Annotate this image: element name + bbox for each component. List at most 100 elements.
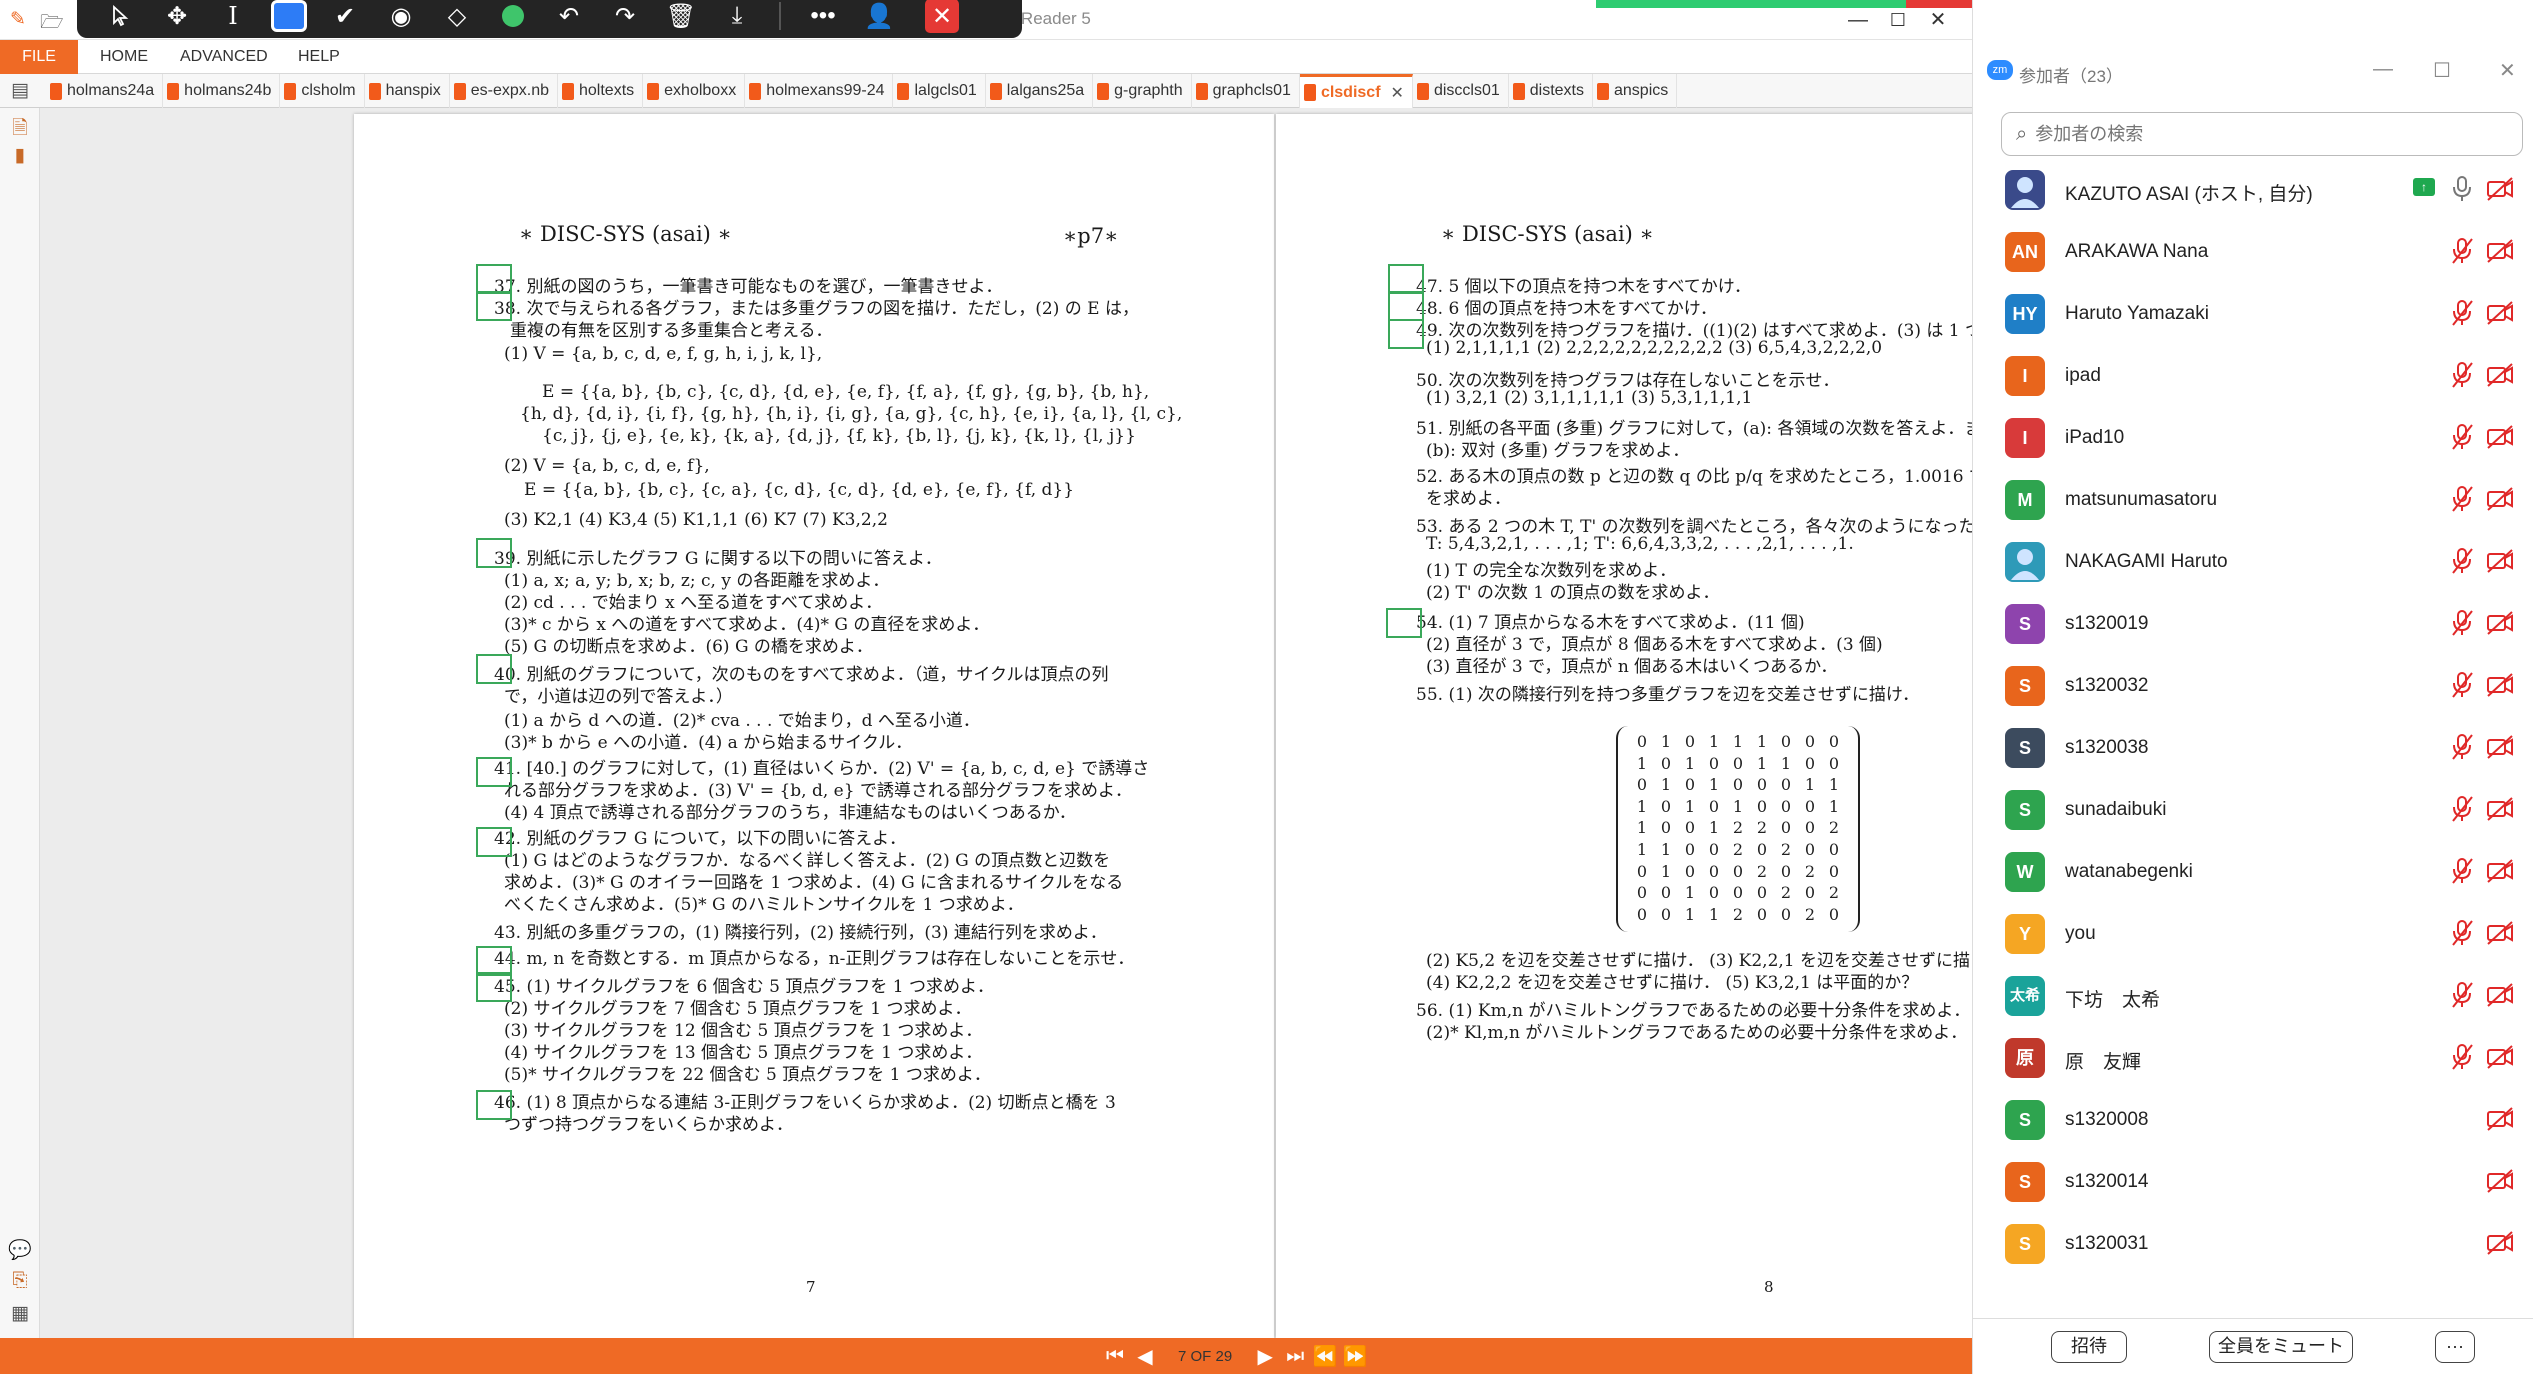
- tab-hanspix[interactable]: hanspix: [365, 74, 450, 108]
- green-annotation-rectangle[interactable]: [476, 972, 512, 1002]
- participant-row[interactable]: NAKAGAMI Haruto: [1973, 534, 2533, 596]
- participant-search-box[interactable]: ⌕: [2001, 112, 2523, 156]
- menu-advanced[interactable]: ADVANCED: [180, 40, 268, 74]
- forward-view-icon[interactable]: ⏩: [1340, 1344, 1370, 1369]
- video-off-icon[interactable]: [2485, 298, 2515, 328]
- mic-muted-icon[interactable]: [2449, 422, 2475, 452]
- mic-muted-icon[interactable]: [2449, 298, 2475, 328]
- green-annotation-rectangle[interactable]: [476, 1090, 512, 1120]
- participant-row[interactable]: Ss1320014: [1973, 1154, 2533, 1216]
- minimize-button[interactable]: —: [1838, 4, 1878, 36]
- redo-icon[interactable]: ↷: [597, 0, 653, 36]
- mic-muted-icon[interactable]: [2449, 360, 2475, 390]
- last-page-icon[interactable]: ⏭: [1280, 1345, 1310, 1368]
- text-cursor-icon[interactable]: I: [205, 0, 261, 36]
- participant-row[interactable]: Ss1320008: [1973, 1092, 2533, 1154]
- video-off-icon[interactable]: [2485, 608, 2515, 638]
- green-annotation-rectangle[interactable]: [1388, 264, 1424, 294]
- tab-distexts[interactable]: distexts: [1509, 74, 1593, 108]
- mic-muted-icon[interactable]: [2449, 732, 2475, 762]
- video-off-icon[interactable]: [2485, 918, 2515, 948]
- maximize-button[interactable]: ☐: [1878, 4, 1918, 36]
- trash-icon[interactable]: 🗑: [653, 0, 709, 36]
- green-annotation-rectangle[interactable]: [1386, 608, 1422, 638]
- pointer-icon[interactable]: [93, 0, 149, 36]
- panel-popout-button[interactable]: ☐: [2433, 58, 2451, 83]
- mic-muted-icon[interactable]: [2449, 980, 2475, 1010]
- mute-all-button[interactable]: 全員をミュート: [2209, 1331, 2353, 1363]
- save-icon[interactable]: ⤓: [709, 0, 765, 36]
- video-off-icon[interactable]: [2485, 980, 2515, 1010]
- tab-disccls01[interactable]: disccls01: [1413, 74, 1509, 108]
- undo-icon[interactable]: ↶: [541, 0, 597, 36]
- move-icon[interactable]: ✥: [149, 0, 205, 36]
- video-off-icon[interactable]: [2485, 1228, 2515, 1258]
- video-off-icon[interactable]: [2485, 174, 2515, 204]
- participant-row[interactable]: Ss1320032: [1973, 658, 2533, 720]
- mic-muted-icon[interactable]: [2449, 670, 2475, 700]
- video-off-icon[interactable]: [2485, 732, 2515, 762]
- attachments-icon[interactable]: ⎘: [8, 1270, 32, 1294]
- participant-row[interactable]: IiPad10: [1973, 410, 2533, 472]
- close-icon[interactable]: ✕: [925, 0, 959, 33]
- participant-row[interactable]: Ss1320019: [1973, 596, 2533, 658]
- tab-lalgcls01[interactable]: lalgcls01: [893, 74, 986, 108]
- participant-row[interactable]: KAZUTO ASAI (ホスト, 自分) ↑: [1973, 162, 2533, 224]
- mic-muted-icon[interactable]: [2449, 1042, 2475, 1072]
- close-window-button[interactable]: ✕: [1918, 4, 1958, 36]
- video-off-icon[interactable]: [2485, 670, 2515, 700]
- output-icon[interactable]: ▦: [8, 1302, 32, 1326]
- tab-anspics[interactable]: anspics: [1593, 74, 1678, 108]
- participant-row[interactable]: Wwatanabegenki: [1973, 844, 2533, 906]
- tab-holtexts[interactable]: holtexts: [558, 74, 644, 108]
- panel-close-button[interactable]: ✕: [2499, 58, 2516, 83]
- file-tab[interactable]: FILE: [0, 40, 78, 74]
- participant-row[interactable]: 原原 友輝: [1973, 1030, 2533, 1092]
- previous-page-icon[interactable]: ◀: [1130, 1344, 1160, 1369]
- participant-row[interactable]: Mmatsunumasatoru: [1973, 472, 2533, 534]
- bookmarks-icon[interactable]: ▮: [8, 144, 32, 168]
- participant-row[interactable]: 太希 下坊 太希: [1973, 968, 2533, 1030]
- video-off-icon[interactable]: [2485, 1042, 2515, 1072]
- eraser-icon[interactable]: ◇: [429, 0, 485, 36]
- mic-muted-icon[interactable]: [2449, 546, 2475, 576]
- mic-muted-icon[interactable]: [2449, 918, 2475, 948]
- video-off-icon[interactable]: [2485, 236, 2515, 266]
- comments-icon[interactable]: 💬: [8, 1238, 32, 1262]
- mic-muted-icon[interactable]: [2449, 794, 2475, 824]
- green-annotation-rectangle[interactable]: [476, 538, 512, 568]
- mic-muted-icon[interactable]: [2449, 608, 2475, 638]
- back-view-icon[interactable]: ⏪: [1310, 1344, 1340, 1369]
- rectangle-icon[interactable]: [271, 0, 307, 32]
- participant-row[interactable]: AN ARAKAWA Nana: [1973, 224, 2533, 286]
- tab-holmans24a[interactable]: holmans24a: [46, 74, 164, 108]
- green-annotation-rectangle[interactable]: [476, 827, 512, 857]
- tab-clsholm[interactable]: clsholm: [280, 74, 365, 108]
- participant-row[interactable]: Ss1320038: [1973, 720, 2533, 782]
- next-page-icon[interactable]: ▶: [1250, 1344, 1280, 1369]
- participant-row[interactable]: Ss1320031: [1973, 1216, 2533, 1278]
- video-off-icon[interactable]: [2485, 1166, 2515, 1196]
- menu-home[interactable]: HOME: [100, 40, 148, 74]
- tab-list-icon[interactable]: ▤: [8, 79, 32, 103]
- video-off-icon[interactable]: [2485, 856, 2515, 886]
- menu-help[interactable]: HELP: [298, 40, 340, 74]
- tab-graphcls01[interactable]: graphcls01: [1192, 74, 1300, 108]
- tab-clsdiscf[interactable]: clsdiscf ✕: [1299, 74, 1413, 108]
- tab-es-expx-nb[interactable]: es-expx.nb: [450, 74, 558, 108]
- tab-holmexans99-24[interactable]: holmexans99-24: [745, 74, 894, 108]
- mic-muted-icon[interactable]: [2449, 236, 2475, 266]
- more-icon[interactable]: •••: [795, 0, 851, 36]
- tab-g-graphth[interactable]: g-graphth: [1093, 74, 1192, 108]
- green-annotation-rectangle[interactable]: [476, 654, 512, 684]
- green-annotation-rectangle[interactable]: [476, 291, 512, 321]
- video-off-icon[interactable]: [2485, 422, 2515, 452]
- green-annotation-rectangle[interactable]: [476, 757, 512, 787]
- video-off-icon[interactable]: [2485, 484, 2515, 514]
- mic-icon[interactable]: [2449, 174, 2475, 204]
- green-annotation-rectangle[interactable]: [1388, 291, 1424, 321]
- green-annotation-rectangle[interactable]: [1388, 319, 1424, 349]
- tab-exholboxx[interactable]: exholboxx: [643, 74, 746, 108]
- participant-row[interactable]: HY Haruto Yamazaki: [1973, 286, 2533, 348]
- page-indicator[interactable]: 7 OF 29: [1178, 1348, 1232, 1365]
